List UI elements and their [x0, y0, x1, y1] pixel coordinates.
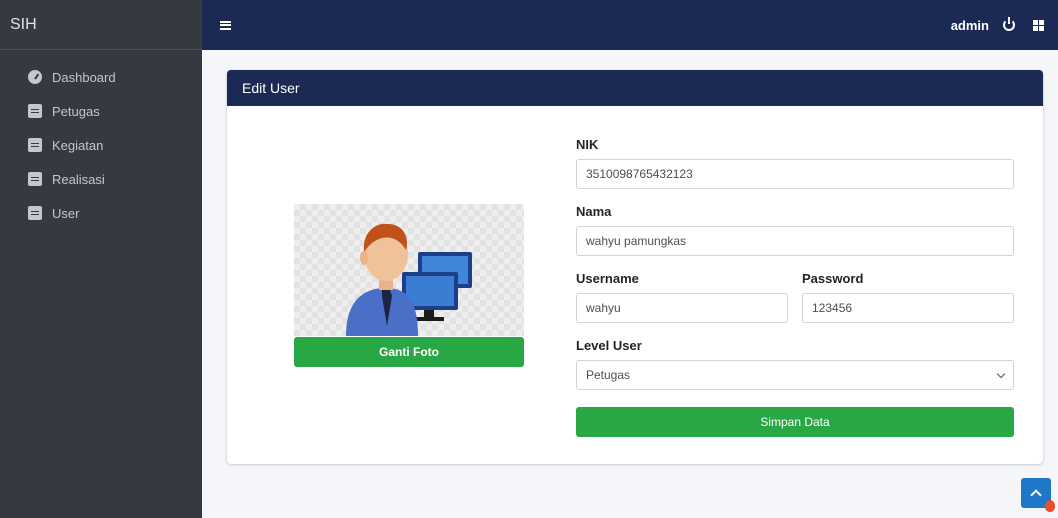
card-title: Edit User	[227, 70, 1043, 106]
save-data-button[interactable]: Simpan Data	[576, 407, 1014, 437]
sidebar-item-label: Petugas	[52, 103, 100, 119]
nama-field[interactable]	[576, 226, 1014, 256]
user-name[interactable]: admin	[951, 18, 989, 33]
chevron-up-icon	[1030, 489, 1042, 501]
sidebar-item-dashboard[interactable]: Dashboard	[0, 60, 202, 94]
nama-label: Nama	[576, 204, 612, 219]
change-photo-button[interactable]: Ganti Foto	[294, 337, 524, 367]
username-field[interactable]	[576, 293, 788, 323]
level-user-select[interactable]: Petugas	[576, 360, 1014, 390]
sidebar-nav: Dashboard Petugas Kegiatan Realisasi Use…	[0, 50, 202, 230]
sidebar-item-label: Kegiatan	[52, 137, 104, 153]
sidebar-item-label: User	[52, 205, 80, 221]
sidebar-item-realisasi[interactable]: Realisasi	[0, 162, 202, 196]
dashboard-gauge-icon	[28, 70, 42, 84]
book-icon	[28, 138, 42, 152]
sidebar-item-label: Dashboard	[52, 69, 116, 85]
top-navbar: admin	[202, 0, 1058, 50]
level-user-selected: Petugas	[586, 368, 631, 382]
password-field[interactable]	[802, 293, 1014, 323]
power-icon[interactable]	[1003, 17, 1015, 31]
sidebar-item-label: Realisasi	[52, 171, 105, 187]
user-photo	[294, 204, 524, 336]
sidebar-item-kegiatan[interactable]: Kegiatan	[0, 128, 202, 162]
username-label: Username	[576, 271, 639, 286]
brand-logo[interactable]: SIH	[0, 0, 202, 50]
nik-field[interactable]	[576, 159, 1014, 189]
sidebar-item-petugas[interactable]: Petugas	[0, 94, 202, 128]
sidebar-item-user[interactable]: User	[0, 196, 202, 230]
topbar-right: admin	[951, 17, 1044, 33]
hamburger-icon[interactable]	[220, 20, 231, 30]
book-icon	[28, 104, 42, 118]
book-icon	[28, 172, 42, 186]
grid-icon[interactable]	[1033, 19, 1044, 31]
level-user-label: Level User	[576, 338, 642, 353]
book-icon	[28, 206, 42, 220]
password-label: Password	[802, 271, 864, 286]
chevron-down-icon	[996, 369, 1006, 378]
flame-icon	[1045, 500, 1055, 512]
edit-user-card: Edit User Ganti Foto NIK 351009876543212…	[227, 70, 1043, 464]
user-avatar-illustration	[346, 223, 472, 336]
nik-label: NIK	[576, 137, 599, 152]
sidebar: SIH Dashboard Petugas Kegiatan Realisasi…	[0, 0, 202, 518]
